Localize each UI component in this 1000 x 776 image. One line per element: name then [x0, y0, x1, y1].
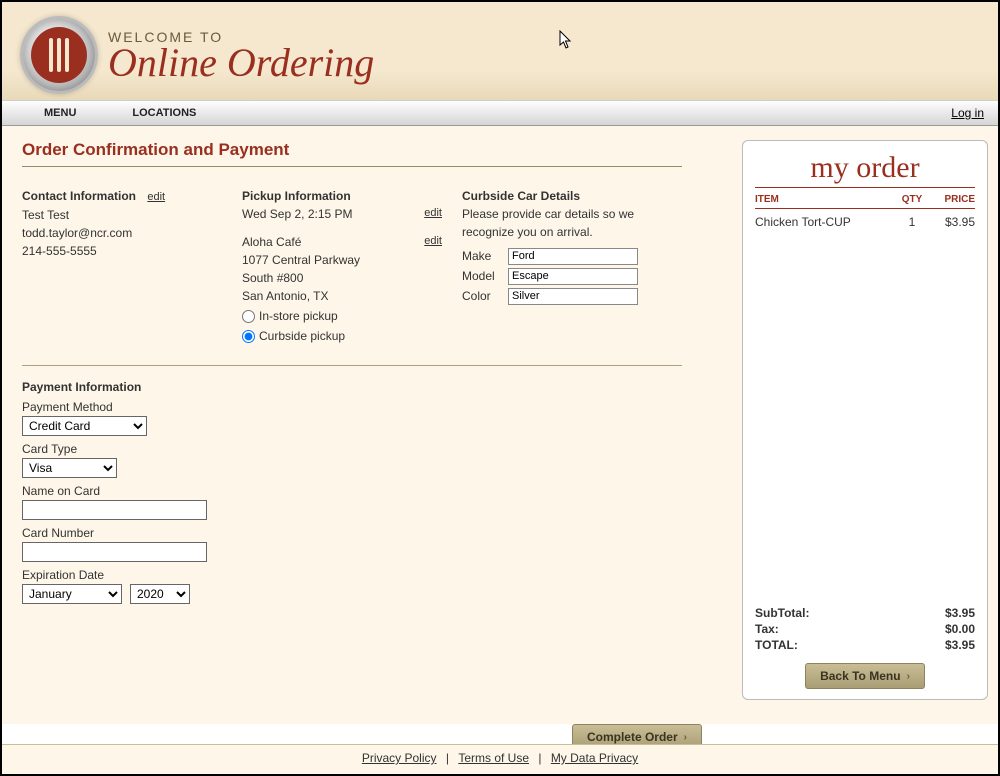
payment-method-select[interactable]: Credit Card: [22, 416, 147, 436]
contact-heading: Contact Information: [22, 189, 136, 203]
header: WELCOME TO Online Ordering: [2, 2, 998, 100]
curbside-section: Curbside Car Details Please provide car …: [462, 187, 682, 345]
car-model-label: Model: [462, 267, 500, 285]
site-title: Online Ordering: [108, 45, 374, 81]
total-label: TOTAL:: [755, 638, 798, 652]
total-value: $3.95: [945, 638, 975, 652]
pickup-addr1: 1077 Central Parkway: [242, 251, 442, 269]
my-order-panel: my order ITEM QTY PRICE Chicken Tort-CUP…: [742, 140, 988, 700]
back-to-menu-button[interactable]: Back To Menu ›: [805, 663, 925, 689]
footer-mydata-link[interactable]: My Data Privacy: [551, 751, 638, 765]
my-order-title: my order: [755, 151, 975, 188]
pickup-time: Wed Sep 2, 2:15 PM: [242, 207, 353, 221]
pickup-instore-radio[interactable]: In-store pickup: [242, 307, 442, 325]
chevron-right-icon: ›: [907, 671, 910, 682]
order-line: Chicken Tort-CUP 1 $3.95: [755, 209, 975, 235]
contact-phone: 214-555-5555: [22, 242, 222, 260]
name-on-card-input[interactable]: [22, 500, 207, 520]
contact-name: Test Test: [22, 206, 222, 224]
footer-privacy-link[interactable]: Privacy Policy: [362, 751, 437, 765]
contact-section: Contact Information edit Test Test todd.…: [22, 187, 222, 345]
pickup-store: Aloha Café: [242, 235, 301, 249]
car-model-input[interactable]: [508, 268, 638, 285]
name-on-card-label: Name on Card: [22, 484, 722, 498]
expiration-label: Expiration Date: [22, 568, 722, 582]
nav-login[interactable]: Log in: [951, 106, 984, 120]
car-make-input[interactable]: [508, 248, 638, 265]
car-color-label: Color: [462, 287, 500, 305]
pickup-addr2: South #800: [242, 269, 442, 287]
card-type-select[interactable]: Visa: [22, 458, 117, 478]
footer-terms-link[interactable]: Terms of Use: [458, 751, 529, 765]
car-color-input[interactable]: [508, 288, 638, 305]
pickup-curbside-radio[interactable]: Curbside pickup: [242, 327, 442, 345]
order-head-qty: QTY: [895, 194, 929, 205]
car-make-label: Make: [462, 247, 500, 265]
chevron-right-icon: ›: [684, 732, 687, 743]
pickup-time-edit-link[interactable]: edit: [424, 205, 442, 222]
logo-icon: [20, 16, 98, 94]
card-number-label: Card Number: [22, 526, 722, 540]
pickup-location-edit-link[interactable]: edit: [424, 233, 442, 250]
card-number-input[interactable]: [22, 542, 207, 562]
order-item-name: Chicken Tort-CUP: [755, 215, 895, 229]
tax-label: Tax:: [755, 622, 779, 636]
curbside-instruction: Please provide car details so we recogni…: [462, 205, 682, 241]
payment-section: Payment Information Payment Method Credi…: [22, 380, 722, 604]
nav-bar: MENU LOCATIONS Log in: [2, 100, 998, 126]
pickup-section: Pickup Information Wed Sep 2, 2:15 PM ed…: [242, 187, 442, 345]
page-title: Order Confirmation and Payment: [22, 140, 682, 167]
pickup-city: San Antonio, TX: [242, 287, 442, 305]
order-head-price: PRICE: [929, 194, 975, 205]
pickup-heading: Pickup Information: [242, 189, 351, 203]
subtotal-value: $3.95: [945, 606, 975, 620]
contact-edit-link[interactable]: edit: [147, 191, 165, 203]
divider: [22, 365, 682, 366]
payment-heading: Payment Information: [22, 380, 722, 394]
order-item-qty: 1: [895, 215, 929, 229]
contact-email: todd.taylor@ncr.com: [22, 224, 222, 242]
card-type-label: Card Type: [22, 442, 722, 456]
order-head-item: ITEM: [755, 194, 895, 205]
payment-method-label: Payment Method: [22, 400, 722, 414]
curbside-heading: Curbside Car Details: [462, 189, 580, 203]
order-item-price: $3.95: [929, 215, 975, 229]
exp-year-select[interactable]: 2020: [130, 584, 190, 604]
nav-locations[interactable]: LOCATIONS: [104, 107, 224, 119]
exp-month-select[interactable]: January: [22, 584, 122, 604]
subtotal-label: SubTotal:: [755, 606, 809, 620]
footer: Privacy Policy | Terms of Use | My Data …: [2, 744, 998, 774]
nav-menu[interactable]: MENU: [16, 107, 104, 119]
tax-value: $0.00: [945, 622, 975, 636]
